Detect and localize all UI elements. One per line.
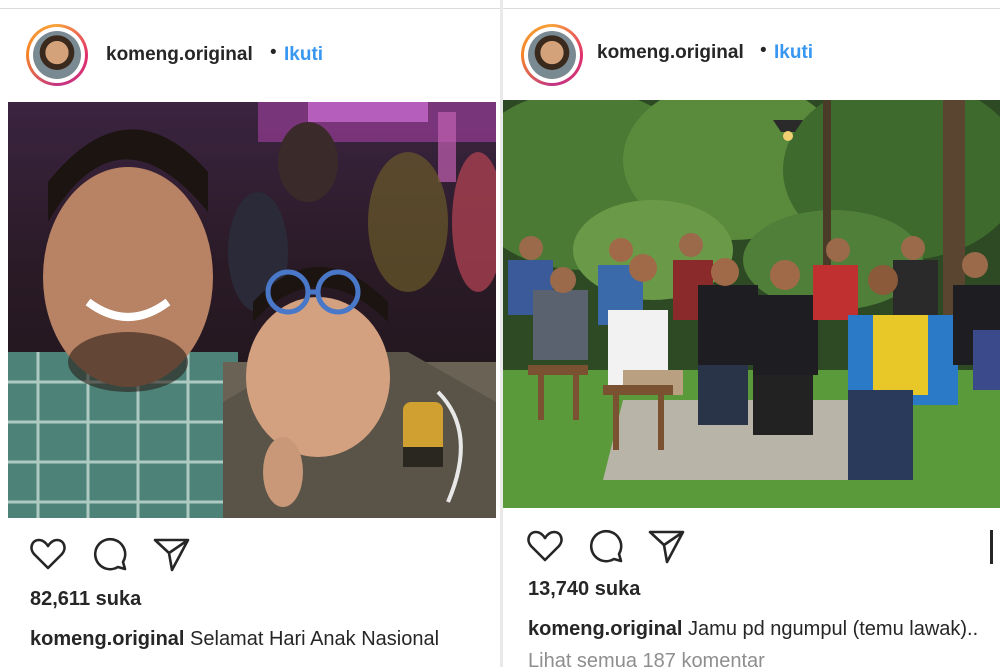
comment-icon[interactable] [90, 534, 130, 574]
post-photo[interactable] [503, 100, 1000, 508]
follow-button[interactable]: Ikuti [774, 42, 813, 64]
username[interactable]: komeng.original [597, 42, 744, 64]
caption: komeng.original Selamat Hari Anak Nasion… [30, 628, 439, 651]
post-header: komeng.original • Ikuti [0, 18, 500, 90]
separator-dot: • [760, 40, 767, 61]
divider-line [503, 8, 1000, 9]
post-left: komeng.original • Ikuti 82,611 suka kome… [0, 0, 500, 667]
share-icon[interactable] [647, 526, 687, 566]
caption: komeng.original Jamu pd ngumpul (temu la… [528, 618, 978, 641]
caption-text: Jamu pd ngumpul (temu lawak).. [688, 618, 979, 640]
avatar[interactable] [521, 24, 583, 86]
view-comments-link[interactable]: Lihat semua 187 komentar [528, 650, 765, 667]
action-bar [503, 526, 1000, 566]
heart-icon[interactable] [28, 534, 68, 574]
scroll-indicator [990, 530, 993, 564]
action-bar [0, 534, 500, 574]
caption-username[interactable]: komeng.original [30, 628, 184, 650]
heart-icon[interactable] [525, 526, 565, 566]
like-count[interactable]: 13,740 suka [528, 578, 640, 601]
post-photo[interactable] [8, 102, 496, 518]
post-header: komeng.original • Ikuti [503, 18, 1000, 90]
username[interactable]: komeng.original [106, 44, 253, 66]
share-icon[interactable] [152, 534, 192, 574]
caption-username[interactable]: komeng.original [528, 618, 682, 640]
caption-text: Selamat Hari Anak Nasional [190, 628, 440, 650]
post-right: komeng.original • Ikuti 13,740 suka kome… [503, 0, 1000, 667]
follow-button[interactable]: Ikuti [284, 44, 323, 66]
like-count[interactable]: 82,611 suka [30, 588, 141, 611]
divider-line [0, 8, 500, 9]
separator-dot: • [270, 42, 277, 63]
avatar[interactable] [26, 24, 88, 86]
comment-icon[interactable] [586, 526, 626, 566]
